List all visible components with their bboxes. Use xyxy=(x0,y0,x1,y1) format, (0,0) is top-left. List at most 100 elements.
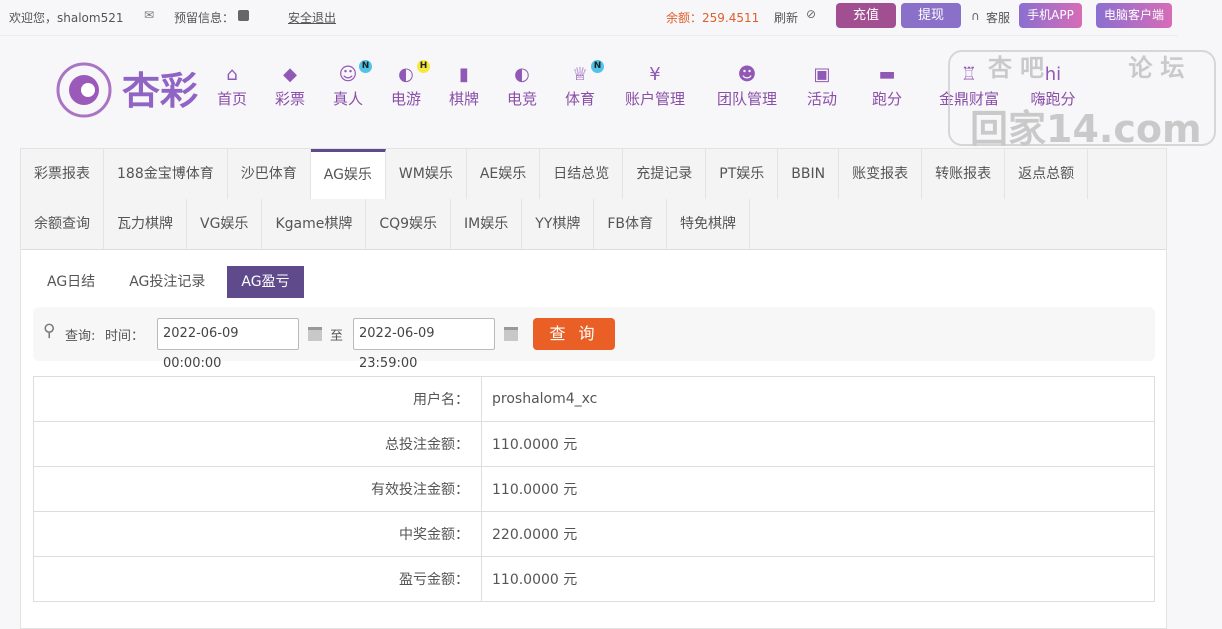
report-tab[interactable]: 彩票报表 xyxy=(21,149,104,199)
query-button[interactable]: 查 询 xyxy=(533,318,615,350)
nav-item[interactable]: ▮ 棋牌 xyxy=(449,64,479,109)
report-tab[interactable]: VG娱乐 xyxy=(187,199,263,249)
subtab-ag-bets[interactable]: AG投注记录 xyxy=(115,266,219,298)
service-link[interactable]: 客服 xyxy=(986,9,1010,26)
watermark-line2: 回家14.com xyxy=(970,107,1202,151)
trophy-icon: ♕ N xyxy=(568,60,604,86)
end-time-input[interactable]: 2022-06-09 23:59:00 xyxy=(353,318,495,371)
row-value: 110.0000 元 xyxy=(481,556,1155,602)
nav-item-label: 跑分 xyxy=(871,90,903,108)
team-icon: ☻ xyxy=(737,64,757,85)
nav-item[interactable]: ▬ 跑分 xyxy=(872,64,902,109)
report-tab[interactable]: 特免棋牌 xyxy=(667,199,751,249)
row-label: 有效投注金额： xyxy=(33,466,482,512)
table-row: 盈亏金额： 110.0000 元 xyxy=(33,556,1155,602)
report-tabs: 彩票报表 188金宝博体育 沙巴体育 AG娱乐 WM娱乐 AE娱乐 日结总览 充提记录 PT娱乐… xyxy=(21,149,1166,250)
report-tab[interactable]: 充提记录 xyxy=(623,149,707,199)
subtab-ag-profit[interactable]: AG盈亏 xyxy=(227,266,304,298)
report-tab[interactable]: WM娱乐 xyxy=(386,149,467,199)
report-tab[interactable]: AE娱乐 xyxy=(467,149,541,199)
nav-item[interactable]: ☻ 团队管理 xyxy=(717,64,777,109)
calendar-icon[interactable] xyxy=(308,327,322,341)
report-panel: 彩票报表 188金宝博体育 沙巴体育 AG娱乐 WM娱乐 AE娱乐 日结总览 充提记录 PT娱乐… xyxy=(20,148,1167,629)
home-icon: ⌂ xyxy=(226,64,238,85)
cards-icon: ▮ xyxy=(459,64,469,85)
report-tab[interactable]: BBIN xyxy=(778,149,840,199)
recharge-button[interactable]: 充值 xyxy=(836,3,896,28)
subtab-ag-daily[interactable]: AG日结 xyxy=(33,266,109,298)
report-tab[interactable]: CQ9娱乐 xyxy=(366,199,452,249)
logo[interactable]: 杏彩 xyxy=(54,58,206,118)
refresh-link[interactable]: 刷新 xyxy=(774,9,798,26)
nav-item-label: 体育 xyxy=(564,90,596,108)
badge: N xyxy=(358,60,372,73)
nav-item[interactable]: ¥ 账户管理 xyxy=(625,64,685,109)
row-label: 中奖金额： xyxy=(33,511,482,557)
gamepad-icon: ◐ xyxy=(514,64,530,85)
yen-icon: ¥ xyxy=(649,64,661,85)
logout-link[interactable]: 安全退出 xyxy=(288,9,336,26)
table-row: 有效投注金额： 110.0000 元 xyxy=(33,466,1155,512)
query-bar: ⚲ 查询: 时间： 2022-06-09 00:00:00 至 2022-06-… xyxy=(33,307,1155,371)
nav-item[interactable]: ◆ 彩票 xyxy=(275,64,305,109)
gift-icon: ▣ xyxy=(813,64,831,85)
nav-item-label: 活动 xyxy=(806,90,838,108)
report-tab[interactable]: 沙巴体育 xyxy=(228,149,311,199)
row-label: 盈亏金额： xyxy=(33,556,482,602)
nav-item[interactable]: ⌂ 首页 xyxy=(217,64,247,109)
report-tab[interactable]: 账变报表 xyxy=(839,149,923,199)
table-row: 用户名： proshalom4_xc xyxy=(33,376,1155,422)
report-tab[interactable]: FB体育 xyxy=(594,199,668,249)
search-icon: ⚲ xyxy=(43,321,56,341)
report-tab[interactable]: 188金宝博体育 xyxy=(104,149,228,199)
nav-item-label: 电游 xyxy=(390,90,422,108)
table-row: 总投注金额： 110.0000 元 xyxy=(33,421,1155,467)
reserved-info-label: 预留信息： xyxy=(174,11,235,25)
nav-item-label: 团队管理 xyxy=(716,90,778,108)
ticket-icon: ◆ xyxy=(283,64,297,85)
nav-item[interactable]: ♕ N 体育 xyxy=(564,60,604,109)
rhino-icon: ▬ xyxy=(878,64,896,85)
top-bar: 欢迎您，shalom521 ✉ 预留信息： 安全退出 余额：259.4511 刷… xyxy=(0,0,1178,36)
to-label: 至 xyxy=(330,329,344,344)
nav-item[interactable]: ▣ 活动 xyxy=(807,64,837,109)
nav-item[interactable]: ☺ N 真人 xyxy=(333,60,372,109)
nav-item-label: 棋牌 xyxy=(448,90,480,108)
nav-item-label: 账户管理 xyxy=(624,90,686,108)
row-value: proshalom4_xc xyxy=(481,376,1155,422)
nav-item-label: 电竞 xyxy=(506,90,538,108)
report-tab[interactable]: 转账报表 xyxy=(922,149,1006,199)
report-tab[interactable]: IM娱乐 xyxy=(451,199,523,249)
report-tab[interactable]: YY棋牌 xyxy=(522,199,595,249)
gamepad-icon: ◐ H xyxy=(394,60,430,86)
report-tab[interactable]: 返点总额 xyxy=(1005,149,1089,199)
edit-icon[interactable] xyxy=(238,10,249,21)
dealer-icon: ☺ N xyxy=(336,60,372,86)
report-tab[interactable]: 日结总览 xyxy=(540,149,624,199)
nav-item[interactable]: ◐ H 电游 xyxy=(390,60,430,109)
row-label: 总投注金额： xyxy=(33,421,482,467)
table-row: 中奖金额： 220.0000 元 xyxy=(33,511,1155,557)
report-tab[interactable]: 余额查询 xyxy=(21,199,104,249)
report-tab[interactable]: 瓦力棋牌 xyxy=(104,199,187,249)
nav-item[interactable]: ◐ 电竞 xyxy=(507,64,537,109)
logo-emblem-icon: 杏彩 xyxy=(56,62,198,118)
calendar-icon[interactable] xyxy=(504,327,518,341)
time-label: 时间： xyxy=(105,329,145,344)
mail-icon[interactable]: ✉ xyxy=(144,8,154,22)
mobile-app-button[interactable]: 手机APP xyxy=(1019,3,1082,28)
report-tab[interactable]: Kgame棋牌 xyxy=(262,199,367,249)
row-value: 220.0000 元 xyxy=(481,511,1155,557)
report-tab[interactable]: PT娱乐 xyxy=(706,149,779,199)
eye-off-icon[interactable]: ⊘ xyxy=(806,7,816,21)
withdraw-button[interactable]: 提现 xyxy=(901,3,961,28)
balance-text: 余额：259.4511 xyxy=(666,11,760,25)
start-time-input[interactable]: 2022-06-09 00:00:00 xyxy=(157,318,299,371)
watermark-line1: 杏吧 论坛 xyxy=(988,54,1193,82)
nav-item-label: 彩票 xyxy=(274,90,306,108)
pc-client-button[interactable]: 电脑客户端 xyxy=(1096,3,1172,28)
result-table: 用户名： proshalom4_xc 总投注金额： 110.0000 元有效投注金额：… xyxy=(33,376,1155,602)
row-label: 用户名： xyxy=(33,376,482,422)
report-tab[interactable]: AG娱乐 xyxy=(310,149,386,199)
watermark: 杏吧 论坛 回家14.com xyxy=(948,50,1216,151)
